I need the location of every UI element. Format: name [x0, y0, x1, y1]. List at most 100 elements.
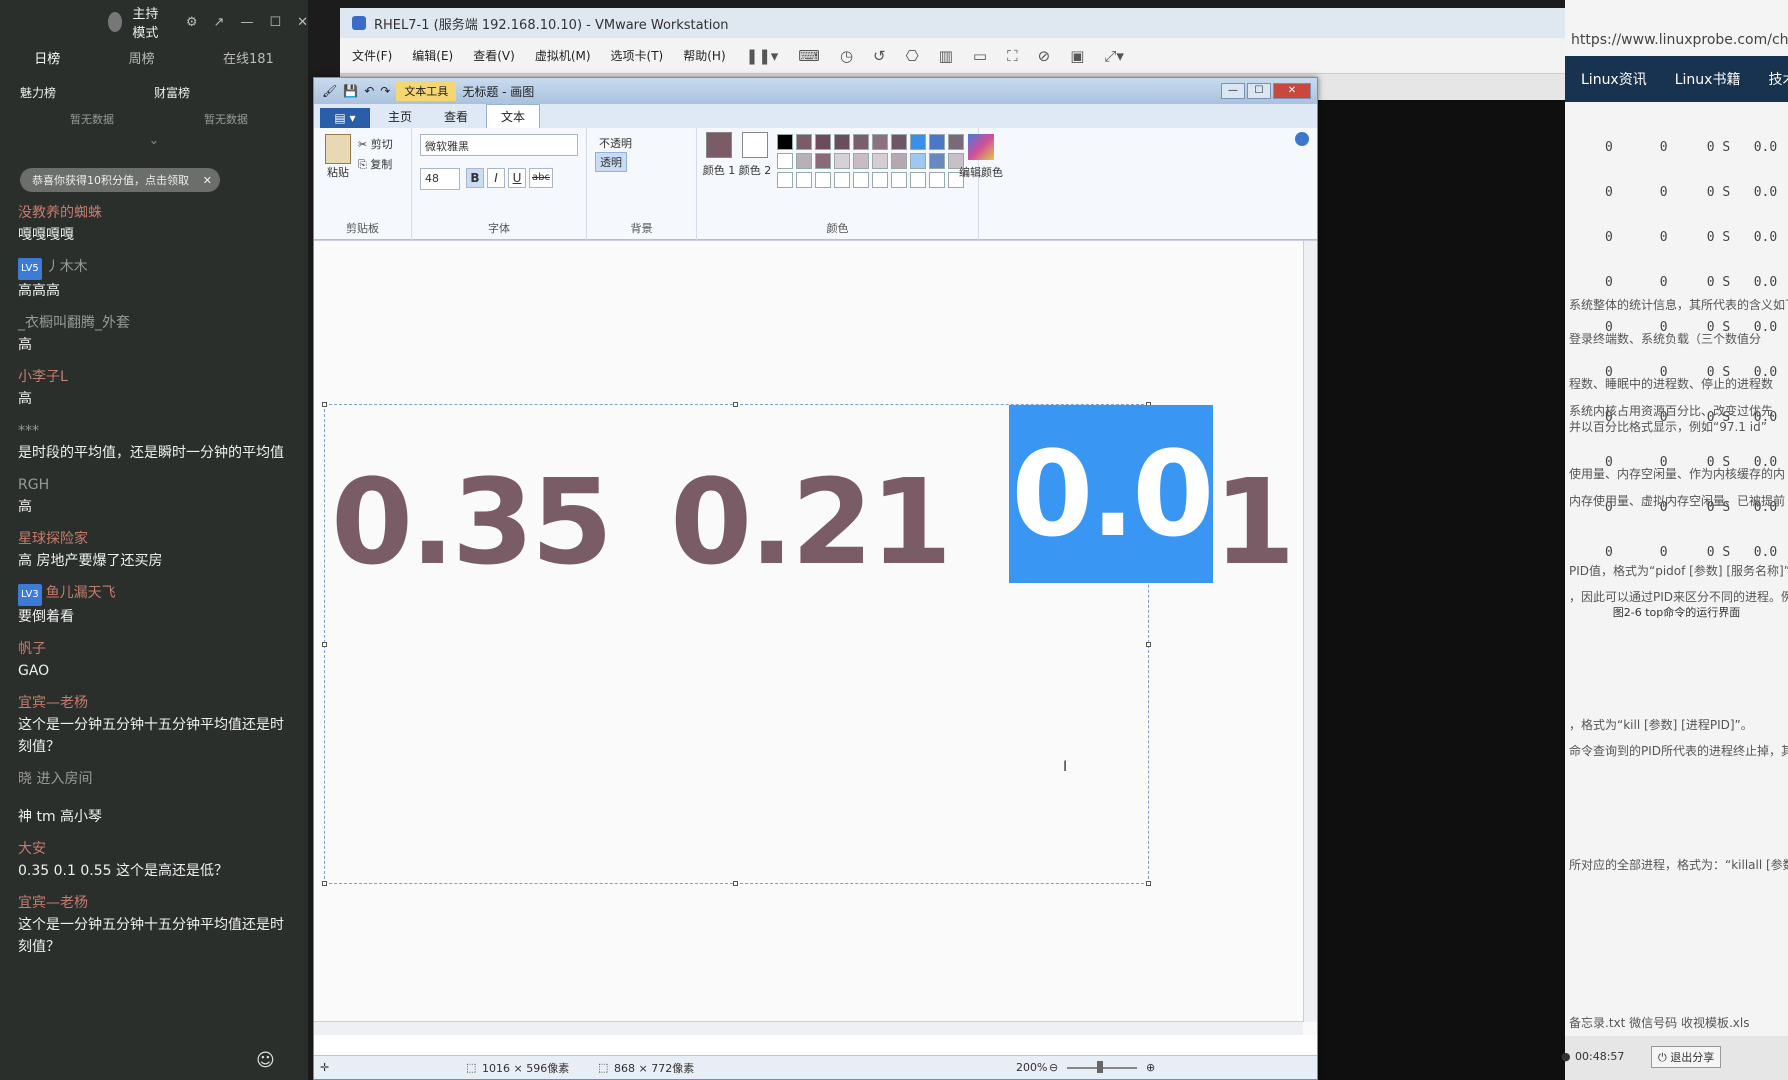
address-bar[interactable]: https://www.linuxprobe.com/chap: [1565, 0, 1788, 56]
palette-swatch[interactable]: [796, 172, 812, 188]
nav-tech[interactable]: 技术: [1768, 69, 1788, 89]
palette-swatch[interactable]: [872, 134, 888, 150]
pause-icon[interactable]: ❚❚▾: [746, 47, 779, 65]
undo-icon[interactable]: ↶: [364, 84, 374, 98]
snapshot-manager-icon[interactable]: ⎔: [906, 47, 919, 65]
palette-swatch[interactable]: [815, 172, 831, 188]
menu-tabs[interactable]: 选项卡(T): [611, 47, 664, 64]
emoji-icon[interactable]: ☺: [256, 1050, 275, 1071]
restore-snapshot-icon[interactable]: ↺: [873, 47, 886, 65]
chat-username[interactable]: 大安: [18, 838, 290, 860]
chat-username[interactable]: ***: [18, 420, 290, 442]
console-icon[interactable]: ▣: [1070, 47, 1084, 65]
text-box[interactable]: 0.35 0.21 0.01 I: [322, 402, 1295, 886]
close-icon[interactable]: ✕: [203, 174, 212, 187]
menu-view[interactable]: 查看(V): [473, 47, 515, 64]
chat-username[interactable]: _衣橱叫翻腾_外套: [18, 312, 290, 334]
horizontal-scrollbar[interactable]: [314, 1021, 1303, 1035]
settings-icon[interactable]: ⚙: [186, 15, 198, 30]
menu-edit[interactable]: 编辑(E): [412, 47, 453, 64]
avatar[interactable]: [108, 12, 123, 32]
resize-handle[interactable]: [322, 881, 327, 886]
close-icon[interactable]: ✕: [297, 15, 308, 30]
popout-icon[interactable]: ↗: [214, 15, 225, 30]
palette-swatch[interactable]: [834, 153, 850, 169]
taskbar-items[interactable]: 备忘录.txt 微信号码 收视模板.xls: [1569, 1014, 1749, 1031]
resize-handle[interactable]: [733, 402, 738, 407]
palette-swatch[interactable]: [872, 153, 888, 169]
opaque-option[interactable]: 不透明: [595, 134, 636, 152]
palette-swatch[interactable]: [834, 134, 850, 150]
resize-handle[interactable]: [733, 881, 738, 886]
unity-icon[interactable]: ⊘: [1038, 47, 1051, 65]
zoom-slider-thumb[interactable]: [1097, 1061, 1103, 1073]
chat-username[interactable]: 鱼儿漏天飞: [46, 585, 116, 601]
chat-username[interactable]: 没教养的蜘蛛: [18, 202, 290, 224]
palette-swatch[interactable]: [910, 153, 926, 169]
vertical-scrollbar[interactable]: [1303, 241, 1317, 1022]
minimize-icon[interactable]: —: [240, 15, 253, 30]
paste-button[interactable]: 粘贴: [322, 134, 354, 180]
charm-rank[interactable]: 魅力榜 暂无数据: [20, 84, 154, 127]
palette-swatch[interactable]: [853, 153, 869, 169]
tab-weekly[interactable]: 周榜: [129, 48, 155, 67]
selected-text[interactable]: 0.0: [1009, 405, 1214, 583]
menu-vm[interactable]: 虚拟机(M): [535, 47, 591, 64]
chat-username[interactable]: 宜宾—老杨: [18, 692, 290, 714]
palette-swatch[interactable]: [910, 172, 926, 188]
help-icon[interactable]: [1295, 132, 1309, 146]
palette-swatch[interactable]: [815, 134, 831, 150]
zoom-in-icon[interactable]: ⊕: [1146, 1061, 1155, 1074]
font-family-select[interactable]: 微软雅黑: [420, 134, 578, 156]
maximize-button[interactable]: ☐: [1247, 83, 1271, 99]
palette-swatch[interactable]: [891, 134, 907, 150]
palette-swatch[interactable]: [777, 172, 793, 188]
resize-handle[interactable]: [1146, 642, 1151, 647]
zoom-out-icon[interactable]: ⊖: [1049, 1061, 1058, 1074]
exit-share-button[interactable]: ⏻ 退出分享: [1651, 1046, 1722, 1068]
nav-linux-news[interactable]: Linux资讯: [1581, 69, 1647, 89]
thumbnail-icon[interactable]: ▭: [973, 47, 987, 65]
palette-swatch[interactable]: [891, 153, 907, 169]
quick-save-icon[interactable]: 💾: [343, 84, 358, 98]
underline-button[interactable]: U: [508, 168, 526, 188]
resize-handle[interactable]: [322, 402, 327, 407]
palette-swatch[interactable]: [834, 172, 850, 188]
palette-swatch[interactable]: [853, 172, 869, 188]
send-keys-icon[interactable]: ⌨: [798, 47, 820, 65]
sidebar-toggle-icon[interactable]: ▥: [939, 47, 953, 65]
close-button[interactable]: ✕: [1273, 83, 1311, 99]
palette-swatch[interactable]: [777, 153, 793, 169]
file-menu-button[interactable]: ▤ ▾: [320, 108, 370, 128]
points-notice[interactable]: 恭喜你获得10积分值，点击领取 ✕: [20, 168, 220, 192]
tab-online[interactable]: 在线181: [223, 48, 274, 67]
chat-username[interactable]: RGH: [18, 474, 290, 496]
snapshot-icon[interactable]: ◷: [840, 47, 853, 65]
bold-button[interactable]: B: [466, 168, 484, 188]
maximize-icon[interactable]: ☐: [269, 15, 281, 30]
wealth-rank[interactable]: 财富榜 暂无数据: [154, 84, 288, 127]
chevron-down-icon[interactable]: ⌄: [0, 133, 308, 148]
italic-button[interactable]: I: [487, 168, 505, 188]
drawing-canvas[interactable]: 0.35 0.21 0.01 I: [314, 240, 1317, 1035]
palette-swatch[interactable]: [929, 172, 945, 188]
palette-swatch[interactable]: [872, 172, 888, 188]
resize-handle[interactable]: [322, 642, 327, 647]
minimize-button[interactable]: —: [1221, 83, 1245, 99]
font-size-select[interactable]: 48: [420, 168, 460, 190]
resize-handle[interactable]: [1146, 881, 1151, 886]
palette-swatch[interactable]: [853, 134, 869, 150]
stretch-icon[interactable]: ⤢▾: [1104, 47, 1124, 65]
chat-username[interactable]: 丿木木: [46, 259, 88, 275]
chat-username[interactable]: 星球探险家: [18, 528, 290, 550]
tab-daily[interactable]: 日榜: [34, 48, 60, 67]
palette-swatch[interactable]: [929, 153, 945, 169]
palette-swatch[interactable]: [796, 134, 812, 150]
menu-help[interactable]: 帮助(H): [683, 47, 725, 64]
canvas-text[interactable]: 0.35 0.21 0.01: [331, 405, 1295, 611]
chat-username[interactable]: 小李子L: [18, 366, 290, 388]
color2-button[interactable]: 颜色 2: [737, 132, 773, 178]
color1-button[interactable]: 颜色 1: [701, 132, 737, 178]
chat-username[interactable]: 宜宾—老杨: [18, 892, 290, 914]
palette-swatch[interactable]: [891, 172, 907, 188]
